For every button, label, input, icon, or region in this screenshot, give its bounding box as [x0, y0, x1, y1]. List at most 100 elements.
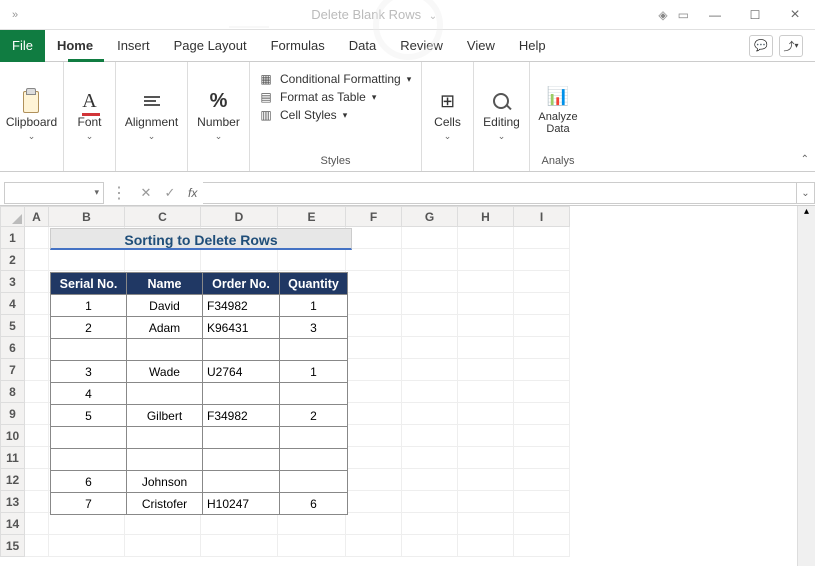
- cell-name[interactable]: [127, 449, 203, 471]
- header-serial[interactable]: Serial No.: [51, 273, 127, 295]
- cell[interactable]: [346, 359, 402, 381]
- cell-qty[interactable]: [280, 427, 348, 449]
- select-all-corner[interactable]: [1, 207, 25, 227]
- cell[interactable]: [346, 513, 402, 535]
- vertical-scrollbar[interactable]: ▴: [797, 206, 815, 566]
- cell-name[interactable]: [127, 383, 203, 405]
- cell[interactable]: [278, 513, 346, 535]
- cell[interactable]: [458, 535, 514, 557]
- cell[interactable]: [402, 315, 458, 337]
- cell[interactable]: [201, 535, 278, 557]
- tab-page-layout[interactable]: Page Layout: [162, 30, 259, 62]
- tab-formulas[interactable]: Formulas: [259, 30, 337, 62]
- cell[interactable]: [458, 227, 514, 249]
- cell[interactable]: [514, 337, 570, 359]
- window-icon[interactable]: ▭: [678, 8, 689, 22]
- cell[interactable]: [125, 513, 201, 535]
- expand-formula-bar[interactable]: ⌄: [797, 182, 815, 204]
- cell[interactable]: [458, 425, 514, 447]
- cell-serial[interactable]: [51, 449, 127, 471]
- cell-qty[interactable]: 6: [280, 493, 348, 515]
- header-name[interactable]: Name: [127, 273, 203, 295]
- name-box-dropdown-icon[interactable]: ▾: [94, 187, 99, 198]
- cell[interactable]: [346, 337, 402, 359]
- cell[interactable]: [346, 425, 402, 447]
- cell[interactable]: [458, 337, 514, 359]
- cell[interactable]: [402, 271, 458, 293]
- cell-order[interactable]: [203, 427, 280, 449]
- cell-name[interactable]: David: [127, 295, 203, 317]
- cell[interactable]: [25, 249, 49, 271]
- cell[interactable]: [346, 469, 402, 491]
- cell-styles-button[interactable]: ▥Cell Styles▾: [258, 108, 347, 122]
- maximize-button[interactable]: ☐: [735, 8, 775, 22]
- col-header-I[interactable]: I: [514, 207, 570, 227]
- row-header-7[interactable]: 7: [1, 359, 25, 381]
- cell[interactable]: [346, 535, 402, 557]
- cell[interactable]: [402, 491, 458, 513]
- cell[interactable]: [514, 293, 570, 315]
- tab-help[interactable]: Help: [507, 30, 558, 62]
- col-header-G[interactable]: G: [402, 207, 458, 227]
- enter-formula-button[interactable]: ✓: [158, 185, 182, 201]
- cell-order[interactable]: [203, 449, 280, 471]
- row-header-14[interactable]: 14: [1, 513, 25, 535]
- cell[interactable]: [346, 293, 402, 315]
- editing-button[interactable]: Editing⌄: [483, 89, 520, 142]
- cell[interactable]: [25, 447, 49, 469]
- cell-name[interactable]: [127, 427, 203, 449]
- cell[interactable]: [25, 535, 49, 557]
- cell-order[interactable]: H10247: [203, 493, 280, 515]
- cell[interactable]: [458, 491, 514, 513]
- cell[interactable]: [402, 227, 458, 249]
- cell[interactable]: [514, 447, 570, 469]
- row-header-3[interactable]: 3: [1, 271, 25, 293]
- cell[interactable]: [514, 535, 570, 557]
- cell-qty[interactable]: 3: [280, 317, 348, 339]
- row-header-9[interactable]: 9: [1, 403, 25, 425]
- cell[interactable]: [25, 469, 49, 491]
- cell[interactable]: [402, 403, 458, 425]
- cell[interactable]: [346, 447, 402, 469]
- cell[interactable]: [402, 249, 458, 271]
- cell[interactable]: [25, 271, 49, 293]
- cell-qty[interactable]: 1: [280, 295, 348, 317]
- diamond-icon[interactable]: ◈: [658, 8, 667, 22]
- cell[interactable]: [514, 491, 570, 513]
- cell[interactable]: [402, 425, 458, 447]
- clipboard-button[interactable]: Clipboard⌄: [6, 89, 57, 142]
- cell[interactable]: [458, 447, 514, 469]
- tab-home[interactable]: Home: [45, 30, 105, 62]
- formula-input[interactable]: [203, 182, 797, 204]
- quick-access-expand[interactable]: »: [0, 9, 30, 21]
- cell[interactable]: [458, 293, 514, 315]
- cell[interactable]: [25, 337, 49, 359]
- header-order[interactable]: Order No.: [203, 273, 280, 295]
- cell-qty[interactable]: [280, 449, 348, 471]
- cell[interactable]: [514, 359, 570, 381]
- cell[interactable]: [278, 535, 346, 557]
- cell[interactable]: [514, 403, 570, 425]
- row-header-12[interactable]: 12: [1, 469, 25, 491]
- cell-name[interactable]: Gilbert: [127, 405, 203, 427]
- comments-button[interactable]: 💬: [749, 35, 773, 57]
- cell-name[interactable]: Adam: [127, 317, 203, 339]
- conditional-formatting-button[interactable]: ▦Conditional Formatting▾: [258, 72, 411, 86]
- cell-qty[interactable]: 2: [280, 405, 348, 427]
- cell-name[interactable]: Johnson: [127, 471, 203, 493]
- row-header-2[interactable]: 2: [1, 249, 25, 271]
- cell-serial[interactable]: 5: [51, 405, 127, 427]
- close-button[interactable]: ×: [775, 6, 815, 24]
- row-header-10[interactable]: 10: [1, 425, 25, 447]
- cell[interactable]: [514, 271, 570, 293]
- alignment-button[interactable]: Alignment⌄: [125, 89, 178, 142]
- cell[interactable]: [458, 315, 514, 337]
- cell[interactable]: [346, 227, 402, 249]
- cell[interactable]: [458, 403, 514, 425]
- cell-serial[interactable]: 1: [51, 295, 127, 317]
- cell-name[interactable]: Wade: [127, 361, 203, 383]
- tab-view[interactable]: View: [455, 30, 507, 62]
- scroll-up-arrow[interactable]: ▴: [798, 206, 815, 217]
- cell-order[interactable]: F34982: [203, 295, 280, 317]
- cell[interactable]: [402, 293, 458, 315]
